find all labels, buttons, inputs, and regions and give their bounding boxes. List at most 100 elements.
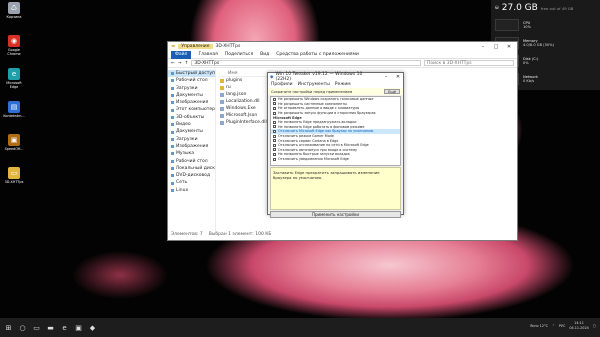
nav-item[interactable]: Linux (168, 187, 215, 194)
nav-item[interactable]: Локальный диск (168, 165, 215, 172)
nav-item[interactable]: Документы (168, 128, 215, 135)
nav-item[interactable]: Быстрый доступ (168, 70, 215, 78)
search-icon: ○ (19, 323, 26, 332)
ribbon-tab[interactable]: Главная (198, 52, 217, 57)
file-row[interactable]: Microsoft.Json (218, 112, 273, 119)
language-indicator[interactable]: РУС (559, 324, 565, 328)
tweak-option-label: Не позволять быстрые запуски вкладок (278, 152, 350, 157)
checkbox[interactable] (273, 125, 276, 129)
nav-item[interactable]: DVD-дисковод (168, 172, 215, 179)
tweaker-button[interactable]: ◆ (88, 323, 97, 332)
close-icon[interactable]: ✕ (504, 44, 514, 50)
nav-item[interactable]: Этот компьютер (168, 106, 215, 113)
file-name: Microsoft.Json (226, 113, 258, 118)
checkbox[interactable] (273, 97, 276, 101)
desktop-icon-label: Kontekstm... (3, 114, 25, 118)
hint-button[interactable]: Ещё (384, 89, 400, 94)
nav-item[interactable]: Изображения (168, 99, 215, 106)
checkbox[interactable] (273, 157, 276, 161)
nav-item-label: 3D-объекты (176, 114, 205, 120)
apply-button[interactable]: Применить настройки (270, 211, 401, 218)
nav-item[interactable]: 3D-объекты (168, 114, 215, 121)
minimize-icon[interactable]: – (381, 74, 391, 80)
tweak-option-label: Не позволять Edge работать в фоновом реж… (278, 124, 365, 129)
address-bar[interactable]: 3D-XHTTps (191, 60, 421, 66)
file-row[interactable]: plugins (218, 77, 273, 84)
ribbon-tab[interactable]: Вид (260, 52, 269, 57)
file-row[interactable]: PluginInterface.dll (218, 119, 273, 126)
menu-item[interactable]: Профили (271, 82, 293, 87)
file-row[interactable]: Localization.dll (218, 98, 273, 105)
up-icon[interactable]: ↑ (185, 61, 189, 66)
nav-item[interactable]: Рабочий стол (168, 77, 215, 84)
tweak-option-label: Не разрешать запуск функции в сторонних … (278, 111, 376, 116)
task-view-button[interactable]: ▭ (32, 323, 41, 332)
forward-icon[interactable]: → (178, 61, 182, 66)
nav-item[interactable]: Документы (168, 92, 215, 99)
explorer-button[interactable]: ▬ (46, 323, 55, 332)
folder-icon: ▬ (47, 323, 54, 332)
ribbon-tab[interactable]: Файл (171, 50, 192, 59)
nav-item-label: Быстрый доступ (175, 71, 215, 76)
desktop-icon[interactable]: ▭ 3D-XHTTps (2, 167, 26, 198)
desktop-icon[interactable]: ♺ Корзина (2, 2, 26, 33)
nav-item-label: Видео (176, 122, 191, 128)
minimize-icon[interactable]: – (478, 44, 488, 50)
desktop-icon[interactable]: ◉ Google Chrome (2, 35, 26, 66)
nav-item-label: Linux (176, 187, 189, 193)
nav-item[interactable]: Видео (168, 121, 215, 128)
menu-item[interactable]: Инструменты (298, 82, 330, 87)
folder-icon (171, 137, 174, 141)
file-row[interactable]: lang.json (218, 91, 273, 98)
search-button[interactable]: ○ (18, 323, 27, 332)
back-icon[interactable]: ← (171, 61, 175, 66)
store-icon: ▣ (75, 323, 82, 332)
column-header-name[interactable]: Имя (218, 70, 273, 77)
maximize-icon[interactable]: □ (491, 44, 501, 50)
notification-icon[interactable]: ▢ (593, 324, 596, 328)
desktop-icon[interactable]: ▣ SpeedOff... (2, 134, 26, 165)
checkbox[interactable] (273, 152, 276, 156)
memory-label: Memory (523, 38, 538, 43)
clock[interactable]: 14:11 04.11.2024 (569, 321, 588, 330)
search-input[interactable]: Поиск в 3D-XHTTps (424, 60, 514, 66)
nav-item[interactable]: Музыка (168, 150, 215, 157)
desktop-icons: ♺ Корзина ◉ Google Chrome e Microsoft Edge ▤ Ko… (2, 2, 26, 200)
checkbox[interactable] (273, 111, 276, 115)
nav-item[interactable]: Сеть (168, 179, 215, 186)
nav-item-label: DVD-дисковод (176, 173, 211, 179)
nav-item[interactable]: Загрузки (168, 136, 215, 143)
folder-icon (171, 72, 174, 76)
folder-icon (171, 188, 174, 192)
file-row[interactable]: Windows.Exe (218, 105, 273, 112)
ribbon-tab[interactable]: Поделиться (225, 52, 253, 57)
manage-tab[interactable]: Управление (178, 44, 213, 49)
chevron-up-icon[interactable]: ⌃ (552, 324, 555, 328)
nav-item[interactable]: Загрузки (168, 85, 215, 92)
desktop-icon[interactable]: e Microsoft Edge (2, 68, 26, 99)
checkbox[interactable] (273, 106, 276, 110)
file-row[interactable]: ru (218, 84, 273, 91)
checkbox[interactable] (273, 120, 276, 124)
edge-button[interactable]: e (60, 323, 69, 332)
navigation-pane: Быстрый доступ Рабочий стол Загрузки Докуме… (168, 70, 216, 232)
checkbox[interactable] (273, 102, 276, 106)
nav-item-label: Изображения (176, 100, 209, 106)
start-button[interactable]: ⊞ (4, 323, 13, 332)
weather-status[interactable]: Ясно 12°C (530, 324, 548, 328)
nav-item[interactable]: Изображения (168, 143, 215, 150)
store-button[interactable]: ▣ (74, 323, 83, 332)
checkbox[interactable] (273, 129, 276, 133)
menu-item[interactable]: Режим (335, 82, 351, 87)
close-icon[interactable]: ✕ (393, 74, 403, 80)
checkbox[interactable] (273, 143, 276, 147)
description-box: Заставить Edge прекратить запрашивать из… (270, 167, 401, 210)
ribbon-tab[interactable]: Средства работы с приложениями (276, 52, 359, 57)
checkbox[interactable] (273, 139, 276, 143)
checkbox[interactable] (273, 134, 276, 138)
tweak-option[interactable]: Отключить уведомления Microsoft Edge (271, 157, 400, 162)
checkbox[interactable] (273, 148, 276, 152)
desktop-icon[interactable]: ▤ Kontekstm... (2, 101, 26, 132)
nav-item[interactable]: Рабочий стол (168, 158, 215, 165)
nav-item-label: Загрузки (176, 136, 198, 142)
